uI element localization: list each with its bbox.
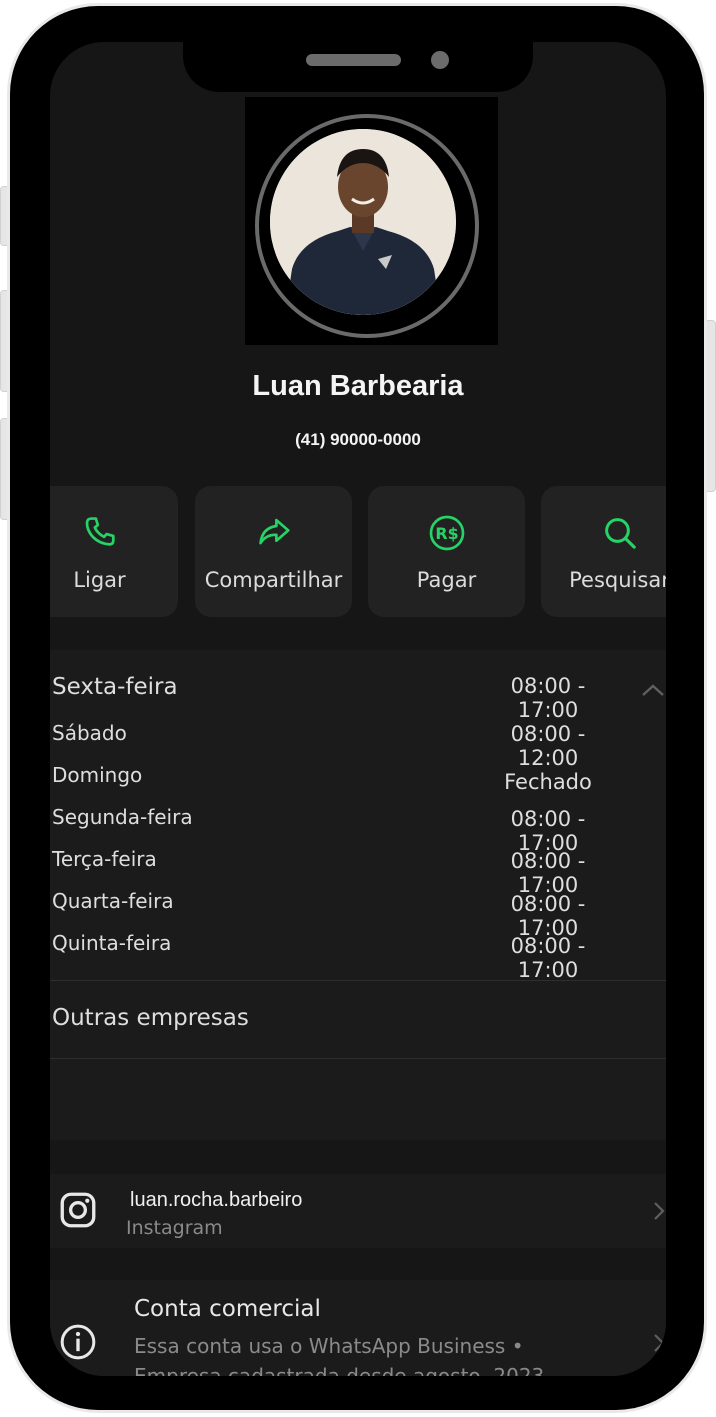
pay-label: Pagar [416,568,477,592]
profile-phone: (41) 90000-0000 [295,430,421,449]
current-day-hours: 08:00 - 17:00 [510,674,586,722]
day-hours: 08:00 - 17:00 [510,849,586,897]
business-account-title: Conta comercial [134,1296,321,1322]
power-button [704,320,716,492]
info-icon [60,1324,96,1360]
day-label: Quarta-feira [52,889,174,913]
share-button[interactable]: Compartilhar [195,486,352,617]
instagram-label: Instagram [126,1217,223,1239]
day-hours: 08:00 - 17:00 [510,807,586,855]
phone-icon [85,517,115,546]
other-companies-label: Outras empresas [52,1005,249,1031]
chevron-right-icon [654,1202,665,1220]
day-label: Quinta-feira [52,931,172,955]
front-camera [431,51,449,69]
day-hours: 08:00 - 17:00 [510,934,586,982]
call-button[interactable]: Ligar [50,486,178,617]
business-account-since: Empresa cadastrada desde agosto, 2023 [134,1364,545,1376]
instagram-row[interactable]: luan.rocha.barbeiro Instagram [50,1174,666,1248]
profile-photo-ring [255,114,479,338]
business-hours-panel[interactable]: Sexta-feira 08:00 - 17:00 Sábado 08:00 -… [50,650,666,982]
business-account-description: Essa conta usa o WhatsApp Business • [134,1334,524,1358]
day-label: Segunda-feira [52,805,193,829]
day-label: Terça-feira [52,847,157,871]
phone-notch [183,42,533,92]
profile-name: Luan Barbearia [252,370,464,402]
current-day: Sexta-feira [52,674,178,700]
search-button[interactable]: Pesquisar [541,486,666,617]
profile-photo-container [245,97,498,345]
search-icon [604,518,636,549]
instagram-icon [60,1192,96,1228]
day-label: Domingo [52,763,143,787]
day-hours: 08:00 - 12:00 [510,722,586,770]
day-label: Sábado [52,721,127,745]
empty-section [50,1059,666,1140]
pay-button[interactable]: R$ Pagar [368,486,525,617]
speaker-grille [306,54,401,66]
svg-text:R$: R$ [435,524,458,543]
person-illustration [270,129,456,315]
profile-avatar[interactable] [270,129,456,315]
business-account-row[interactable]: Conta comercial Essa conta usa o WhatsAp… [50,1280,666,1376]
real-currency-icon: R$ [429,515,464,551]
call-label: Ligar [73,568,126,592]
chevron-right-icon [654,1334,665,1352]
day-hours: 08:00 - 17:00 [510,892,586,940]
search-label: Pesquisar [569,568,666,592]
phone-screen: Luan Barbearia (41) 90000-0000 Ligar Com… [50,42,666,1376]
day-hours: Fechado [504,770,592,794]
chevron-up-icon[interactable] [640,682,666,698]
share-icon [258,518,290,545]
share-label: Compartilhar [204,568,343,592]
instagram-handle[interactable]: luan.rocha.barbeiro [130,1189,302,1212]
other-companies-row[interactable]: Outras empresas [50,981,666,1058]
